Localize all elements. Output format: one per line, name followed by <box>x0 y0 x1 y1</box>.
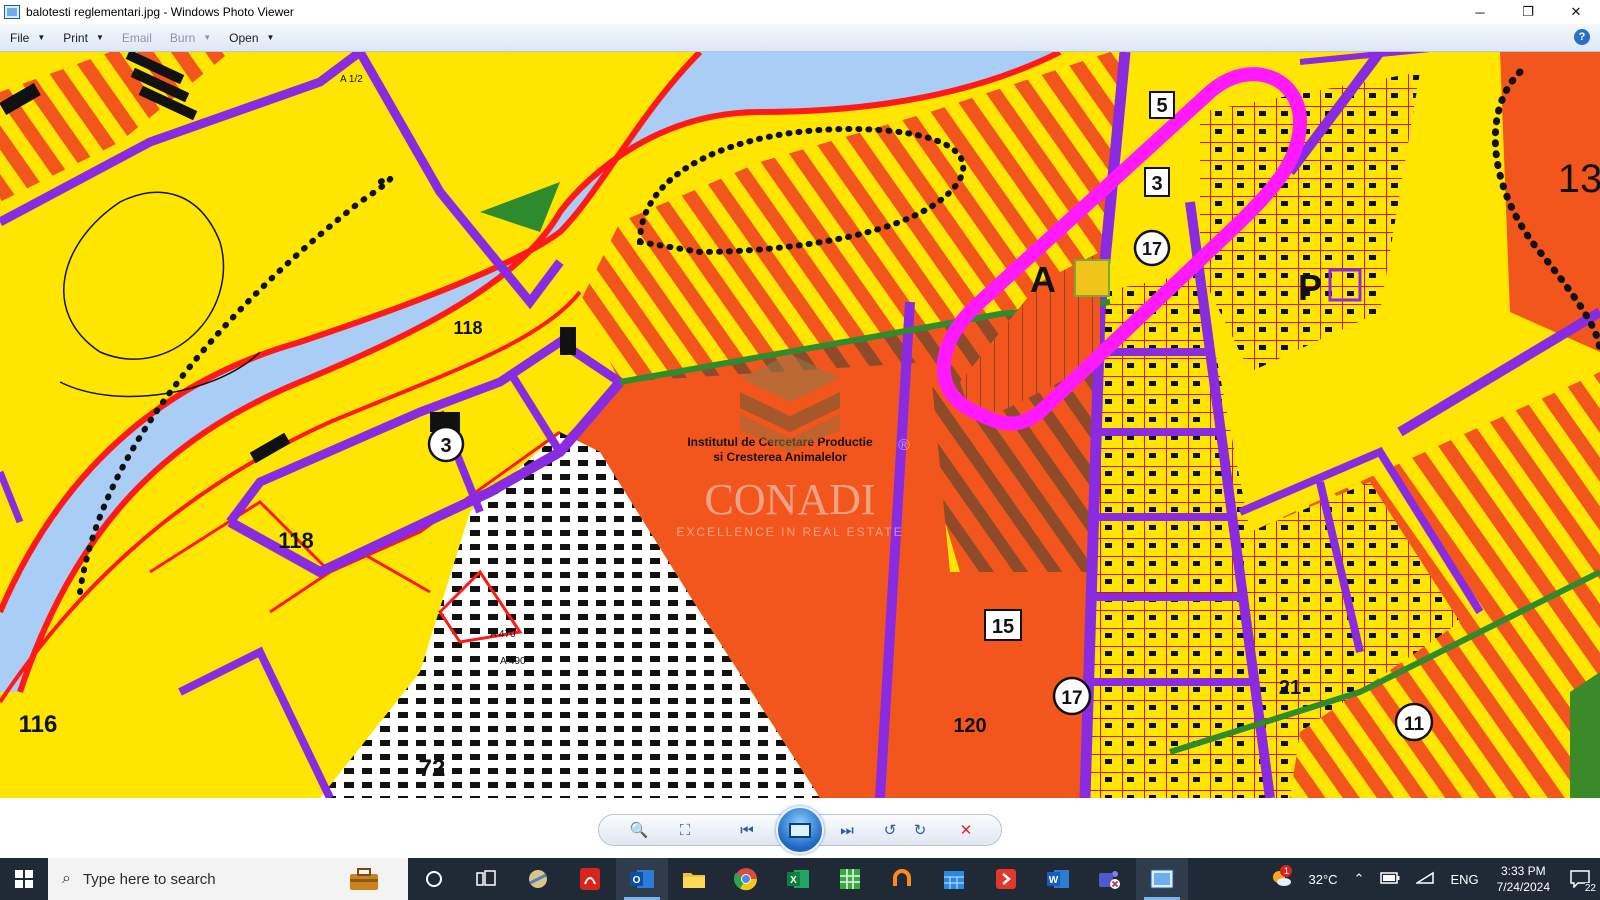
notification-center-button[interactable]: 22 <box>1560 858 1600 900</box>
notification-count: 22 <box>1584 883 1596 894</box>
zoom-icon[interactable]: 🔍 <box>621 815 657 845</box>
next-icon[interactable]: ⏭ <box>829 815 865 845</box>
weather-badge: 1 <box>1280 864 1293 877</box>
email-menu-label: Email <box>121 30 152 45</box>
cortana-icon[interactable] <box>408 858 460 900</box>
parcel-label: A 490 <box>500 656 526 667</box>
zone-label-11: 11 <box>1404 714 1425 735</box>
parcel-label: A 470 <box>490 629 516 640</box>
teams-icon[interactable] <box>1084 858 1136 900</box>
email-menu[interactable]: Email <box>122 31 152 45</box>
windows-logo-icon <box>15 870 33 888</box>
window-title: balotesti reglementari.jpg - Windows Pho… <box>26 5 294 19</box>
search-icon: ⌕ <box>62 870 71 887</box>
zone-label-116: 116 <box>19 711 58 738</box>
menu-bar: File ▼ Print ▼ Email Burn ▼ Open ▼ ? <box>0 24 1600 52</box>
weather-icon[interactable]: 1 <box>1270 864 1293 890</box>
zoning-map: 5 3 17 3 15 17 11 118 118 116 72 120 21 … <box>0 52 1600 798</box>
parcel-label: A 1/2 <box>340 74 363 85</box>
system-tray: 1 32°C ⌃ ENG 3:33 PM 7/24/2024 22 <box>1262 858 1600 900</box>
wifi-icon[interactable] <box>1414 871 1435 888</box>
file-menu[interactable]: File ▼ <box>10 31 45 45</box>
zone-label-17-bottom: 17 <box>1061 688 1082 709</box>
clock-time: 3:33 PM <box>1500 864 1546 878</box>
zone-label-21: 21 <box>1279 677 1301 699</box>
maximize-button[interactable]: ❐ <box>1504 0 1552 24</box>
close-button[interactable]: ✕ <box>1552 0 1600 24</box>
taskbar: ⌕ Type here to search O X W 1 32°C ⌃ ENG… <box>0 858 1600 900</box>
task-view-icon[interactable] <box>460 858 512 900</box>
chrome-icon[interactable] <box>720 858 772 900</box>
chevron-down-icon: ▼ <box>95 33 104 42</box>
taskbar-search-box[interactable]: ⌕ Type here to search <box>48 858 408 900</box>
photo-viewer-app-icon <box>4 5 20 19</box>
clock[interactable]: 3:33 PM 7/24/2024 <box>1497 863 1550 895</box>
anydesk-icon[interactable] <box>980 858 1032 900</box>
svg-text:W: W <box>1049 875 1059 886</box>
viewer-toolbar: 🔍 ⛶ ⏮ ⏭ ↺ ↻ ✕ <box>0 798 1600 858</box>
burn-menu[interactable]: Burn ▼ <box>170 31 211 45</box>
zone-letter-a: A <box>1030 259 1056 300</box>
zone-label-13-edge: 13 <box>1558 157 1600 201</box>
battery-icon[interactable] <box>1380 871 1400 887</box>
zone-label-118-mid: 118 <box>278 528 314 553</box>
spreadsheet-app-icon[interactable] <box>824 858 876 900</box>
minimize-button[interactable]: ─ <box>1456 0 1504 24</box>
word-icon[interactable]: W <box>1032 858 1084 900</box>
zone-label-15: 15 <box>992 616 1014 638</box>
institute-label-line2: si Cresterea Animalelor <box>713 450 847 464</box>
search-highlight-icon <box>350 868 378 890</box>
weather-temperature[interactable]: 32°C <box>1308 872 1337 887</box>
svg-text:X: X <box>790 875 797 886</box>
zone-label-3-top: 3 <box>1151 173 1162 195</box>
print-menu-label: Print <box>63 30 88 45</box>
file-explorer-icon[interactable] <box>668 858 720 900</box>
chevron-down-icon: ▼ <box>203 33 212 42</box>
orange-plot-right <box>1500 52 1600 352</box>
orange-app-icon[interactable] <box>876 858 928 900</box>
acrobat-icon[interactable] <box>564 858 616 900</box>
title-bar: balotesti reglementari.jpg - Windows Pho… <box>0 0 1600 24</box>
watermark-tagline: EXCELLENCE IN REAL ESTATE <box>676 525 903 539</box>
zone-label-72: 72 <box>419 755 446 782</box>
zone-label-17-top: 17 <box>1142 239 1162 259</box>
help-button[interactable]: ? <box>1574 29 1590 45</box>
burn-menu-label: Burn <box>169 30 196 45</box>
start-button[interactable] <box>0 858 48 900</box>
fit-to-window-icon[interactable]: ⛶ <box>671 815 699 845</box>
calendar-icon[interactable] <box>928 858 980 900</box>
registered-icon: ® <box>898 437 910 454</box>
delete-icon[interactable]: ✕ <box>951 815 981 845</box>
outlook-icon[interactable]: O <box>616 858 668 900</box>
zone-label-118-top: 118 <box>453 318 482 338</box>
zone-letter-p: P <box>1298 267 1322 308</box>
zone-label-3-left: 3 <box>440 435 451 457</box>
chevron-down-icon: ▼ <box>266 33 275 42</box>
rotate-left-icon[interactable]: ↺ <box>877 815 903 845</box>
open-menu-label: Open <box>229 30 259 45</box>
watermark-brand: CONADI <box>704 475 875 524</box>
excel-icon[interactable]: X <box>772 858 824 900</box>
snipping-tool-icon[interactable] <box>512 858 564 900</box>
zone-label-120: 120 <box>953 715 986 737</box>
clock-date: 7/24/2024 <box>1496 880 1550 894</box>
chevron-up-icon[interactable]: ⌃ <box>1354 871 1365 887</box>
previous-icon[interactable]: ⏮ <box>729 815 765 845</box>
zone-label-5: 5 <box>1156 95 1167 117</box>
file-menu-label: File <box>10 30 30 45</box>
photo-viewer-taskbar-icon[interactable] <box>1136 858 1188 900</box>
slideshow-icon <box>789 822 811 838</box>
print-menu[interactable]: Print ▼ <box>63 31 104 45</box>
language-indicator[interactable]: ENG <box>1450 872 1478 887</box>
svg-text:O: O <box>633 875 641 886</box>
image-viewport[interactable]: 5 3 17 3 15 17 11 118 118 116 72 120 21 … <box>0 52 1600 798</box>
rotate-right-icon[interactable]: ↻ <box>907 815 933 845</box>
search-placeholder: Type here to search <box>82 870 216 888</box>
chevron-down-icon: ▼ <box>37 33 46 42</box>
open-menu[interactable]: Open ▼ <box>229 31 274 45</box>
slideshow-button[interactable] <box>776 806 824 854</box>
